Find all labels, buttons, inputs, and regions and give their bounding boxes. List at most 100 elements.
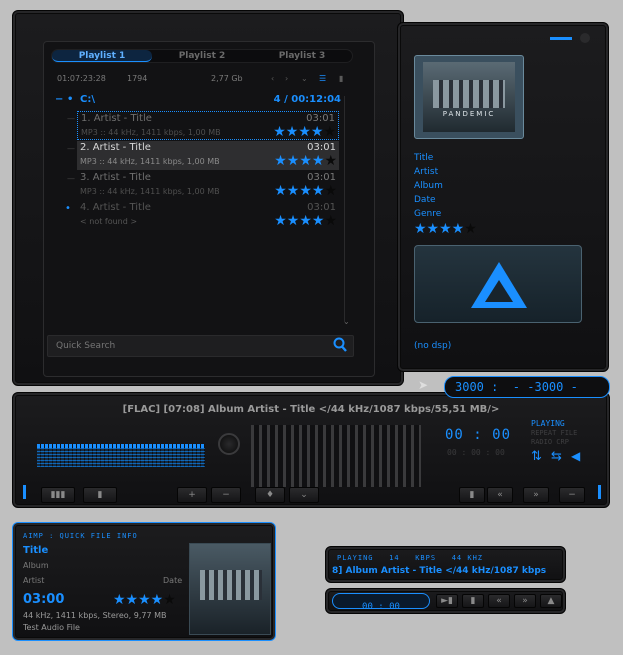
field-date: Date <box>414 195 436 205</box>
aimp-logo-box[interactable] <box>414 245 582 323</box>
track-duration: 03:01 <box>307 172 336 183</box>
album-art-bars <box>433 80 505 108</box>
shuffle-icon[interactable]: ⇆ <box>551 449 562 464</box>
rating-stars[interactable]: ★★★★★ <box>274 154 337 168</box>
group-label: C:\ <box>80 94 95 105</box>
row-dot-icon: — <box>67 144 75 153</box>
quick-info-album: Album <box>23 561 49 570</box>
mini-time-display: 00 : 00 <box>332 593 430 612</box>
mini-next-button[interactable]: » <box>514 594 536 608</box>
quick-info-rating[interactable]: ★★★★★ <box>113 593 176 607</box>
track-row[interactable]: 3. Artist - Title 03:01 MP3 :: 44 kHz, 1… <box>77 171 339 200</box>
nav-right-icon[interactable]: › <box>285 74 288 83</box>
quick-info-title: Title <box>23 545 49 556</box>
minimize-button[interactable]: − <box>559 487 585 503</box>
prev-button[interactable]: « <box>487 487 513 503</box>
mini-stop-button[interactable]: ▮ <box>462 594 484 608</box>
chevron-down-icon[interactable]: ⌄ <box>301 74 308 83</box>
search-icon[interactable] <box>333 337 347 353</box>
quick-info-details: 44 kHz, 1411 kbps, Stereo, 9,77 MB <box>23 611 167 620</box>
close-icon[interactable] <box>580 33 590 43</box>
track-info: < not found > <box>80 217 138 226</box>
mini-play-button[interactable]: ►▮ <box>436 594 458 608</box>
counter-text: 3000 : - -3000 - <box>455 380 578 394</box>
track-title: 2. Artist - Title <box>80 142 151 153</box>
track-row[interactable]: 2. Artist - Title 03:01 MP3 :: 44 kHz, 1… <box>77 141 339 170</box>
track-info: MP3 :: 44 kHz, 1411 kbps, 1,00 MB <box>81 128 221 137</box>
trash-icon[interactable]: ▮ <box>339 74 343 83</box>
volume-knob[interactable] <box>218 433 240 455</box>
rating-stars[interactable]: ★★★★★ <box>274 184 337 198</box>
playlist-group-header[interactable]: − • C:\ 4 / 00:12:04 <box>53 94 341 108</box>
search-input[interactable] <box>54 339 314 353</box>
player-window: [FLAC] [07:08] Album Artist - Title </44… <box>12 392 610 508</box>
sort-button[interactable]: ♦ <box>255 487 285 503</box>
track-row[interactable]: 1. Artist - Title 03:01 MP3 :: 44 kHz, 1… <box>77 111 339 140</box>
playlist-scrollbar[interactable]: ⌄ <box>343 96 350 326</box>
album-art[interactable]: PANDEMIC <box>414 55 524 139</box>
quick-info-header: AIMP : QUICK FILE INFO <box>23 532 138 540</box>
playlist-count: 1794 <box>127 74 148 83</box>
info-header-led <box>550 37 572 40</box>
status-line-2: RADIO CRP <box>531 438 569 446</box>
playlist-duration: 01:07:23:28 <box>57 74 106 83</box>
rating-stars[interactable]: ★★★★★ <box>273 125 336 139</box>
open-button[interactable]: ▮▮▮ <box>41 487 75 503</box>
eject-button[interactable]: ▮ <box>83 487 117 503</box>
rating-stars[interactable]: ★★★★★ <box>274 214 337 228</box>
field-genre: Genre <box>414 209 442 219</box>
status-line-1: REPEAT FILE <box>531 429 578 437</box>
time-display: 00 : 00 <box>445 427 512 443</box>
mini-prev-button[interactable]: « <box>488 594 510 608</box>
track-title: 4. Artist - Title <box>80 202 151 213</box>
tab-label: Playlist 3 <box>278 51 326 61</box>
quick-info-time: 03:00 <box>23 592 65 607</box>
mini-eject-button[interactable]: ▲ <box>540 594 562 608</box>
cursor-icon: ➤ <box>418 378 429 392</box>
tab-label: Playlist 2 <box>178 51 226 61</box>
nav-left-icon[interactable]: ‹ <box>271 74 274 83</box>
volume-icon[interactable]: ◀ <box>571 449 580 463</box>
tab-playlist-2[interactable]: Playlist 2 <box>152 50 252 62</box>
playlist-size: 2,77 Gb <box>211 74 243 83</box>
remove-button[interactable]: − <box>211 487 241 503</box>
menu-icon[interactable]: ☰ <box>319 74 326 83</box>
repeat-icon[interactable]: ⇅ <box>531 449 542 464</box>
tab-label: Playlist 1 <box>78 51 126 61</box>
row-dot-icon: — <box>67 114 75 123</box>
track-title: 3. Artist - Title <box>80 172 151 183</box>
tab-playlist-1[interactable]: Playlist 1 <box>52 50 152 62</box>
track-info: MP3 :: 44 kHz, 1411 kbps, 1,00 MB <box>80 187 220 196</box>
collapse-icon[interactable]: − <box>55 94 63 105</box>
dsp-label: (no dsp) <box>414 341 452 351</box>
mini-marquee: 8] Album Artist - Title </44 kHz/1087 kb… <box>332 566 547 576</box>
equalizer[interactable] <box>251 425 421 487</box>
track-duration: 03:01 <box>307 142 336 153</box>
track-row[interactable]: 4. Artist - Title 03:01 < not found > ★★… <box>77 201 339 230</box>
playlist-tabs: Playlist 1 Playlist 2 Playlist 3 <box>51 49 353 63</box>
left-edge-led <box>23 485 26 499</box>
track-info: MP3 :: 44 kHz, 1411 kbps, 1,00 MB <box>80 157 220 166</box>
quick-info-file: Test Audio File <box>23 623 80 632</box>
quick-search[interactable] <box>47 335 354 357</box>
info-rating-stars[interactable]: ★★★★★ <box>414 222 477 236</box>
tab-playlist-3[interactable]: Playlist 3 <box>252 50 352 62</box>
info-window: PANDEMIC Title Artist Album Date Genre ★… <box>397 22 609 372</box>
mini-time-text: 00 : 00 <box>362 602 400 612</box>
add-button[interactable]: + <box>177 487 207 503</box>
mini-status-line: PLAYING 14 KBPS 44 KHZ <box>337 554 484 562</box>
track-duration: 03:01 <box>306 113 335 124</box>
scroll-down-icon[interactable]: ⌄ <box>343 317 350 326</box>
next-button[interactable]: » <box>523 487 549 503</box>
stop-button[interactable]: ▮ <box>459 487 485 503</box>
group-dot-icon: • <box>67 94 74 105</box>
aimp-logo-icon <box>471 262 527 308</box>
list-menu-button[interactable]: ⌄ <box>289 487 319 503</box>
playing-dot-icon: • <box>65 203 71 214</box>
track-duration: 03:01 <box>307 202 336 213</box>
field-album: Album <box>414 181 443 191</box>
field-title: Title <box>414 153 434 163</box>
spectrum-reflection <box>37 448 205 467</box>
group-info: 4 / 00:12:04 <box>273 94 341 105</box>
quick-info-window: AIMP : QUICK FILE INFO Title Album Artis… <box>12 522 276 641</box>
